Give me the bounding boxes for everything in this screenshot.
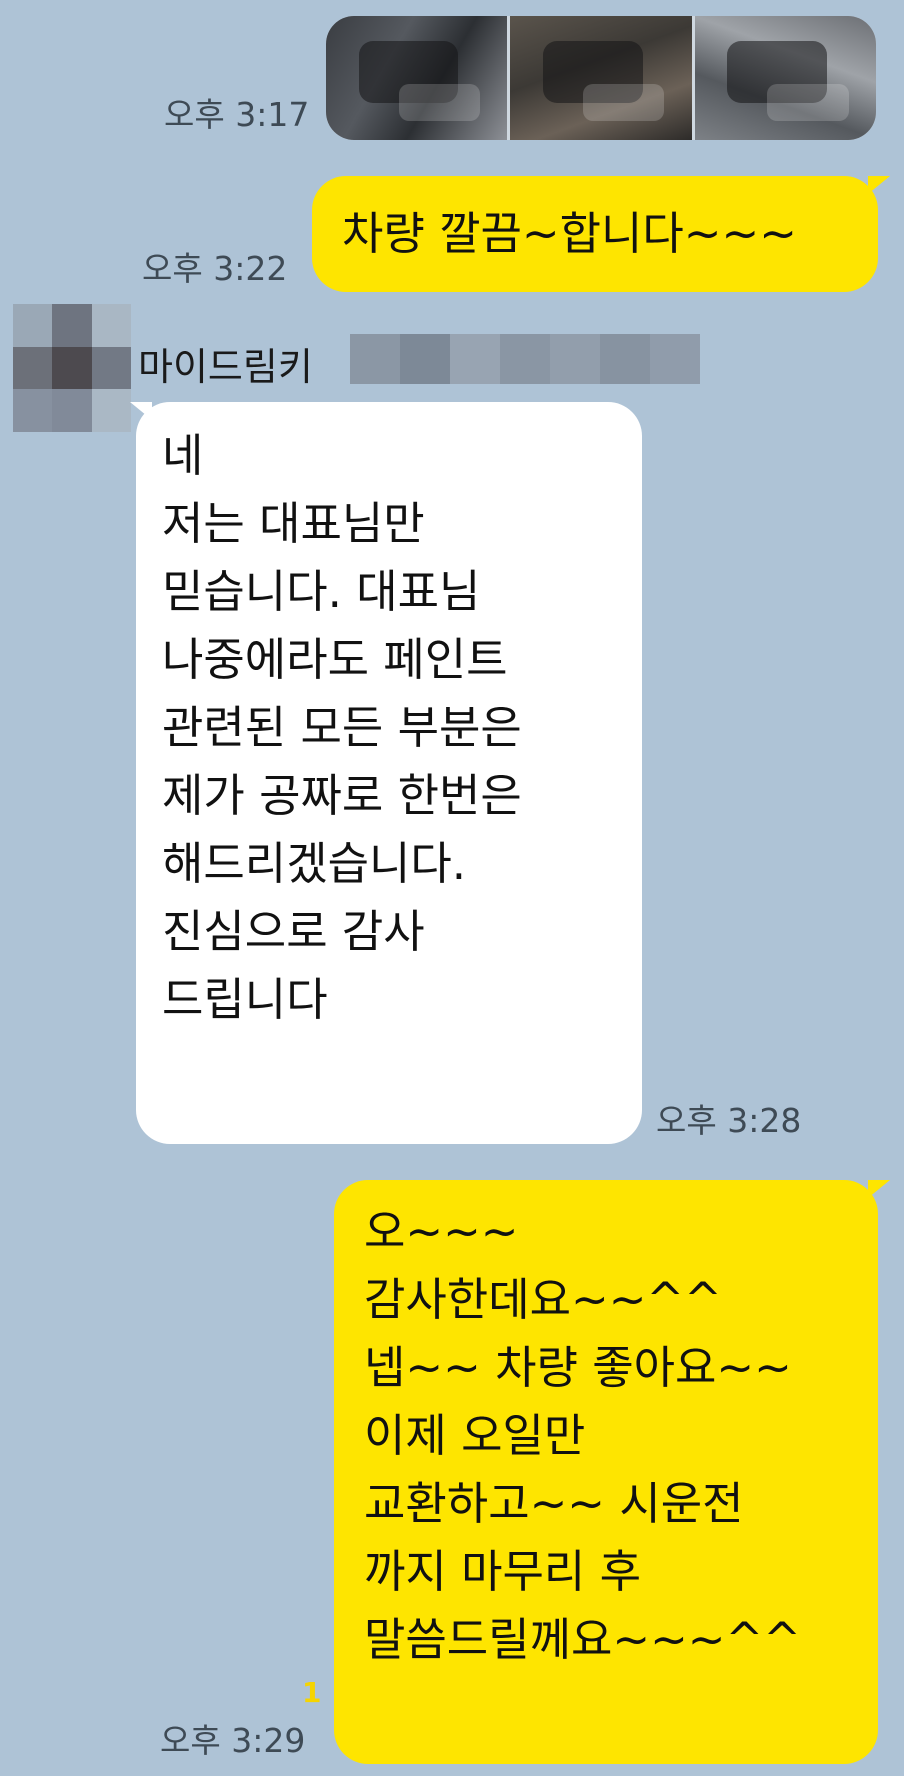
avatar[interactable] — [13, 304, 131, 432]
car-interior-photo-1[interactable] — [326, 16, 508, 140]
message-line: 관련된 모든 부분은 — [162, 701, 522, 754]
message-line: 제가 공짜로 한번은 — [162, 769, 522, 822]
message-line: 교환하고~~ 시운전 — [364, 1477, 744, 1530]
my-message-bubble[interactable]: 차량 깔끔~합니다~~~ — [312, 176, 878, 292]
sender-name: 마이드림키 — [138, 345, 313, 389]
message-line: 해드리겠습니다. — [162, 837, 467, 890]
message-line: 드립니다 — [162, 973, 328, 1026]
message-line: 나중에라도 페인트 — [162, 633, 508, 686]
message-line: 까지 마무리 후 — [364, 1545, 642, 1598]
message-line: 저는 대표님만 — [162, 497, 425, 550]
car-interior-photo-3[interactable] — [694, 16, 876, 140]
message-text: 네 저는 대표님만 믿습니다. 대표님 나중에라도 페인트 관련된 모든 부분은… — [162, 422, 522, 1034]
photo-attachment-group[interactable] — [326, 16, 876, 140]
message-line: 믿습니다. 대표님 — [162, 565, 481, 618]
message-text: 차량 깔끔~합니다~~~ — [342, 207, 797, 260]
message-line: 넵~~ 차량 좋아요~~ — [364, 1341, 792, 1394]
message-line: 진심으로 감사 — [162, 905, 425, 958]
photo-message-time: 오후 3:17 — [164, 95, 310, 134]
bubble-tail — [868, 176, 890, 194]
message-time: 오후 3:29 — [160, 1721, 306, 1760]
message-time: 오후 3:22 — [142, 249, 288, 288]
bubble-tail — [868, 1180, 890, 1198]
message-line: 감사한데요~~^^ — [364, 1273, 722, 1326]
my-message-bubble[interactable]: 오~~~ 감사한데요~~^^ 넵~~ 차량 좋아요~~ 이제 오일만 교환하고~… — [334, 1180, 878, 1764]
blurred-sender-detail — [350, 334, 700, 384]
their-message-bubble[interactable]: 네 저는 대표님만 믿습니다. 대표님 나중에라도 페인트 관련된 모든 부분은… — [136, 402, 642, 1144]
car-interior-photo-2[interactable] — [510, 16, 692, 140]
message-line: 이제 오일만 — [364, 1409, 586, 1462]
message-line: 오~~~ — [364, 1205, 519, 1258]
unread-count-badge: 1 — [302, 1676, 322, 1709]
message-time: 오후 3:28 — [656, 1101, 802, 1140]
message-line: 말씀드릴께요~~~^^ — [364, 1613, 801, 1666]
message-line: 네 — [162, 429, 204, 482]
message-text: 오~~~ 감사한데요~~^^ 넵~~ 차량 좋아요~~ 이제 오일만 교환하고~… — [364, 1198, 801, 1674]
